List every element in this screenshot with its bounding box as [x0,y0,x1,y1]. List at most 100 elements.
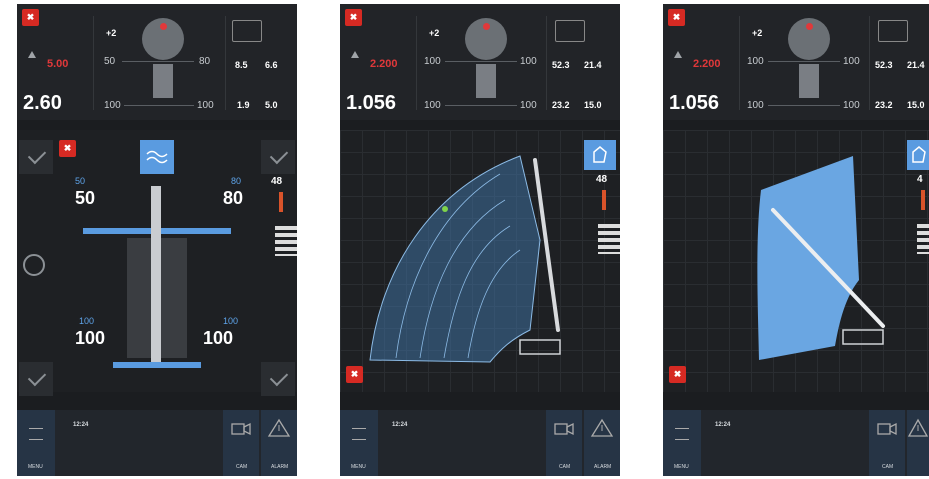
max-load-value: 2.200 [693,58,721,70]
crane-screen-outriggers: ✖ 5.00 2.60 +2 50 80 100 100 8.5 6.6 1.9… [17,4,297,476]
top-right-value: 100 [520,56,537,67]
camera-button[interactable]: CAM [223,410,259,476]
outrigger-rr-value: 100 [203,328,234,348]
current-load-value: 2.60 [23,92,62,114]
alarm-label: ALARM [271,464,289,470]
check-icon [269,367,289,387]
level-bars [598,224,620,254]
scale-line [768,105,840,106]
bottom-left-value: 100 [104,100,121,111]
level-bars [917,224,929,254]
menu-icon [29,428,43,440]
divider [416,16,417,110]
height-value: 21.4 [584,60,602,70]
brand-logo-icon: ✖ [345,9,362,26]
radius-value: 8.5 [235,60,248,70]
check-button-top-left[interactable] [19,140,53,174]
working-area-view: 4 ✖ [663,130,929,392]
brand-logo-icon: ✖ [346,366,363,383]
length-value: 15.0 [584,100,602,110]
outrigger-fl-set: 50 [75,176,86,186]
warning-triangle-icon [28,51,36,58]
bottom-right-value: 100 [197,100,214,111]
working-area-button[interactable] [584,140,616,170]
camera-button[interactable]: CAM [546,410,582,476]
scale-line [122,61,194,62]
check-button-bottom-left[interactable] [19,362,53,396]
side-value: 48 [271,176,283,187]
angle-value: 1.9 [237,100,250,110]
camera-label: CAM [882,464,894,470]
height-value: 6.6 [265,60,278,70]
current-load-value: 1.056 [346,92,397,114]
crane-screen-load-chart: ✖ 2.200 1.056 +2 100 100 100 100 52.3 21… [340,4,620,476]
divider [93,16,94,110]
brand-logo-icon: ✖ [669,366,686,383]
top-right-value: 80 [199,56,211,67]
side-indicator [921,190,925,210]
bottom-bar: MENU 12:24 CAM [663,410,929,476]
outrigger-fr-set: 80 [231,176,242,186]
side-indicator [279,192,283,212]
scale-line [445,105,517,106]
alarm-button[interactable]: ALARM [584,410,620,476]
length-value: 15.0 [907,100,925,110]
crane-profile-icon [232,20,262,42]
check-icon [27,145,47,165]
max-load-value: 5.00 [47,58,69,70]
clock: 12:24 [73,422,89,428]
current-load-value: 1.056 [669,92,720,114]
menu-button[interactable]: MENU [663,410,701,476]
alarm-button[interactable] [907,410,929,476]
menu-icon [352,428,366,440]
level-bars [275,226,297,256]
outrigger-rr-set: 100 [223,316,239,326]
mast-stem [799,64,819,98]
angle-value: 23.2 [875,100,893,110]
brand-logo-icon: ✖ [59,140,76,157]
bottom-bar: MENU 12:24 CAM ALARM [17,410,297,476]
incline-value: +2 [106,28,117,38]
incline-value: +2 [429,28,440,38]
alarm-icon [907,418,929,437]
menu-button[interactable]: MENU [17,410,55,476]
menu-button[interactable]: MENU [340,410,378,476]
bottom-right-value: 100 [843,100,860,111]
camera-button[interactable]: CAM [869,410,905,476]
alarm-button[interactable]: ALARM [261,410,297,476]
angle-value: 23.2 [552,100,570,110]
clock: 12:24 [392,422,408,428]
alarm-icon [590,418,614,437]
top-left-value: 50 [104,56,116,67]
top-right-value: 100 [843,56,860,67]
wave-icon [146,150,168,164]
menu-label: MENU [28,464,43,470]
scale-line [445,61,517,62]
warning-triangle-icon [674,51,682,58]
crane-profile-icon [555,20,585,42]
top-left-value: 100 [747,56,764,67]
camera-icon [877,422,897,436]
gear-icon[interactable] [23,254,45,276]
side-value: 4 [917,174,923,185]
alarm-label: ALARM [594,464,612,470]
rear-outrigger-beam [113,362,201,368]
working-area-icon [593,146,607,163]
camera-icon [554,422,574,436]
top-left-value: 100 [424,56,441,67]
mast-stem [153,64,173,98]
scale-line [768,61,840,62]
wave-mode-button[interactable] [140,140,174,174]
mast-stem [476,64,496,98]
bottom-left-value: 100 [424,100,441,111]
working-area-button[interactable] [907,140,929,170]
top-header: ✖ 5.00 2.60 +2 50 80 100 100 8.5 6.6 1.9… [17,4,297,120]
check-button-top-right[interactable] [261,140,295,174]
menu-label: MENU [674,464,689,470]
divider [869,16,870,110]
bottom-right-value: 100 [520,100,537,111]
check-button-bottom-right[interactable] [261,362,295,396]
divider [739,16,740,110]
bottom-left-value: 100 [747,100,764,111]
crane-profile-icon [878,20,908,42]
